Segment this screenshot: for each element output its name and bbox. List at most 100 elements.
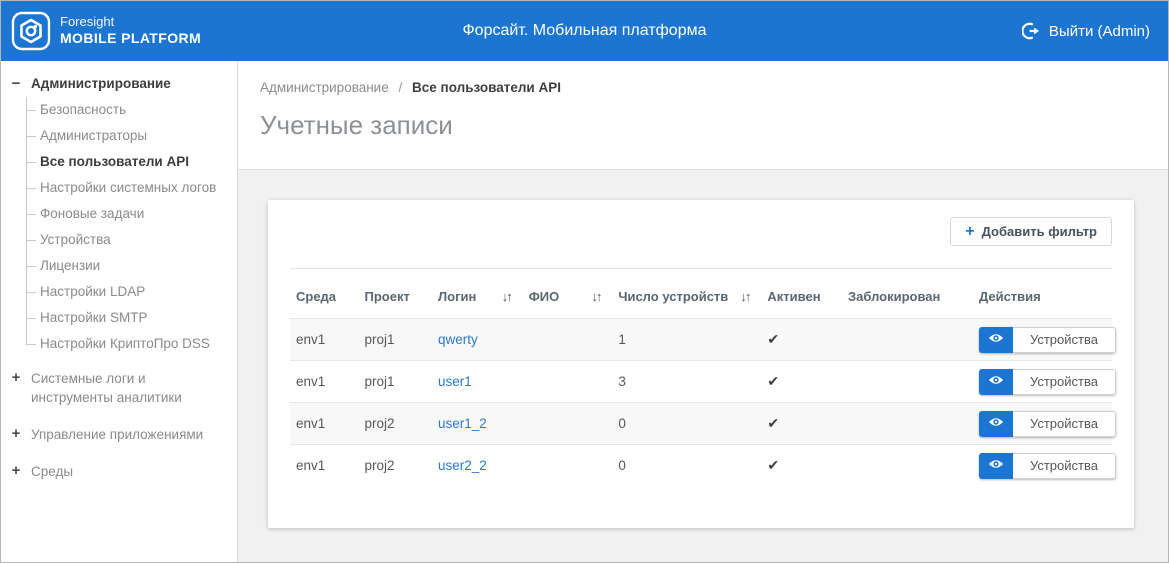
cell-active: ✔: [761, 361, 842, 403]
actions-button-group: Устройства: [979, 453, 1116, 479]
content-area: + Добавить фильтр Среда Проект: [238, 170, 1168, 562]
cell-login: user1: [432, 361, 523, 403]
sidebar-item-background-tasks[interactable]: Фоновые задачи: [27, 201, 231, 227]
sidebar-section-label: Управление приложениями: [31, 425, 203, 444]
eye-icon: [988, 416, 1004, 431]
breadcrumb-current: Все пользователи API: [412, 80, 561, 95]
sort-icon[interactable]: ↓↑: [740, 289, 749, 304]
cell-fio: [523, 319, 613, 361]
col-header-blocked: Заблокирован: [842, 269, 973, 319]
sidebar-section-system-logs[interactable]: + Системные логи и инструменты аналитики: [9, 369, 231, 407]
plus-icon: +: [965, 224, 974, 240]
cell-project: proj2: [359, 445, 433, 487]
sidebar-item-smtp-settings[interactable]: Настройки SMTP: [27, 305, 231, 331]
users-card: + Добавить фильтр Среда Проект: [268, 200, 1134, 528]
cell-actions: Устройства: [973, 319, 1112, 361]
cell-fio: [523, 361, 613, 403]
checkmark-icon: ✔: [767, 415, 779, 431]
page-header: Администрирование / Все пользователи API…: [238, 61, 1168, 170]
expand-toggle-icon[interactable]: +: [9, 369, 23, 386]
col-header-env: Среда: [290, 269, 359, 319]
collapse-toggle-icon[interactable]: −: [9, 75, 23, 92]
foresight-logo-icon: [11, 11, 51, 51]
cell-login: user2_2: [432, 445, 523, 487]
cell-login: user1_2: [432, 403, 523, 445]
expand-toggle-icon[interactable]: +: [9, 425, 23, 442]
col-header-login: Логин ↓↑: [432, 269, 523, 319]
breadcrumb-parent-link[interactable]: Администрирование: [260, 80, 389, 95]
view-user-button[interactable]: [979, 411, 1013, 437]
sidebar-item-licenses[interactable]: Лицензии: [27, 253, 231, 279]
checkmark-icon: ✔: [767, 457, 779, 473]
cell-devices: 3: [612, 361, 761, 403]
cell-project: proj1: [359, 361, 433, 403]
cell-active: ✔: [761, 445, 842, 487]
breadcrumb-separator: /: [399, 80, 403, 95]
login-link[interactable]: user1_2: [438, 416, 487, 431]
table-row: env1 proj2 user1_2 0 ✔: [290, 403, 1112, 445]
sort-icon[interactable]: ↓↑: [591, 289, 600, 304]
col-header-devices: Число устройств ↓↑: [612, 269, 761, 319]
cell-blocked: [842, 445, 973, 487]
login-link[interactable]: qwerty: [438, 332, 478, 347]
cell-blocked: [842, 319, 973, 361]
sidebar-section-app-management[interactable]: + Управление приложениями: [9, 425, 231, 444]
cell-env: env1: [290, 319, 359, 361]
login-link[interactable]: user2_2: [438, 458, 487, 473]
sidebar-section-label: Среды: [31, 462, 73, 481]
app-window: Foresight MOBILE PLATFORM Форсайт. Мобил…: [0, 0, 1169, 563]
logout-icon: [1022, 22, 1040, 40]
table-row: env1 proj1 user1 3 ✔: [290, 361, 1112, 403]
cell-fio: [523, 445, 613, 487]
expand-toggle-icon[interactable]: +: [9, 462, 23, 479]
sidebar-item-security[interactable]: Безопасность: [27, 97, 231, 123]
eye-icon: [988, 374, 1004, 389]
view-user-button[interactable]: [979, 327, 1013, 353]
devices-button[interactable]: Устройства: [1013, 369, 1116, 395]
page-title: Учетные записи: [260, 110, 1168, 141]
sidebar-item-devices[interactable]: Устройства: [27, 227, 231, 253]
top-header: Foresight MOBILE PLATFORM Форсайт. Мобил…: [1, 1, 1168, 61]
brand-product: MOBILE PLATFORM: [60, 30, 201, 48]
add-filter-button[interactable]: + Добавить фильтр: [950, 217, 1112, 246]
devices-button[interactable]: Устройства: [1013, 453, 1116, 479]
actions-button-group: Устройства: [979, 369, 1116, 395]
cell-login: qwerty: [432, 319, 523, 361]
sidebar-section-label: Системные логи и инструменты аналитики: [31, 369, 216, 407]
table-row: env1 proj2 user2_2 0 ✔: [290, 445, 1112, 487]
view-user-button[interactable]: [979, 453, 1013, 479]
sidebar-section-administration[interactable]: − Администрирование: [9, 75, 231, 92]
cell-active: ✔: [761, 403, 842, 445]
col-header-login-label: Логин: [438, 289, 476, 304]
eye-icon: [988, 458, 1004, 473]
col-header-devices-label: Число устройств: [618, 289, 728, 304]
sidebar-section-label: Администрирование: [31, 75, 171, 92]
cell-active: ✔: [761, 319, 842, 361]
sort-icon[interactable]: ↓↑: [502, 289, 511, 304]
cell-env: env1: [290, 403, 359, 445]
logout-button[interactable]: Выйти (Admin): [1022, 22, 1150, 40]
view-user-button[interactable]: [979, 369, 1013, 395]
cell-actions: Устройства: [973, 361, 1112, 403]
cell-env: env1: [290, 445, 359, 487]
sidebar-item-ldap-settings[interactable]: Настройки LDAP: [27, 279, 231, 305]
sidebar-item-administrators[interactable]: Администраторы: [27, 123, 231, 149]
logout-label: Выйти (Admin): [1049, 23, 1150, 40]
col-header-fio: ФИО ↓↑: [523, 269, 613, 319]
sidebar-item-cryptopro-dss-settings[interactable]: Настройки КриптоПро DSS: [27, 331, 231, 357]
cell-actions: Устройства: [973, 403, 1112, 445]
devices-button[interactable]: Устройства: [1013, 411, 1116, 437]
sidebar-tree: Безопасность Администраторы Все пользова…: [26, 97, 231, 357]
col-header-active: Активен: [761, 269, 842, 319]
sidebar-section-environments[interactable]: + Среды: [9, 462, 231, 481]
table-row: env1 proj1 qwerty 1 ✔: [290, 319, 1112, 361]
table-header-row: Среда Проект Логин ↓↑: [290, 269, 1112, 319]
login-link[interactable]: user1: [438, 374, 472, 389]
cell-blocked: [842, 403, 973, 445]
devices-button[interactable]: Устройства: [1013, 327, 1116, 353]
sidebar-item-system-log-settings[interactable]: Настройки системных логов: [27, 175, 231, 201]
sidebar-item-all-api-users[interactable]: Все пользователи API: [27, 149, 231, 175]
col-header-actions: Действия: [973, 269, 1112, 319]
cell-project: proj2: [359, 403, 433, 445]
eye-icon: [988, 332, 1004, 347]
